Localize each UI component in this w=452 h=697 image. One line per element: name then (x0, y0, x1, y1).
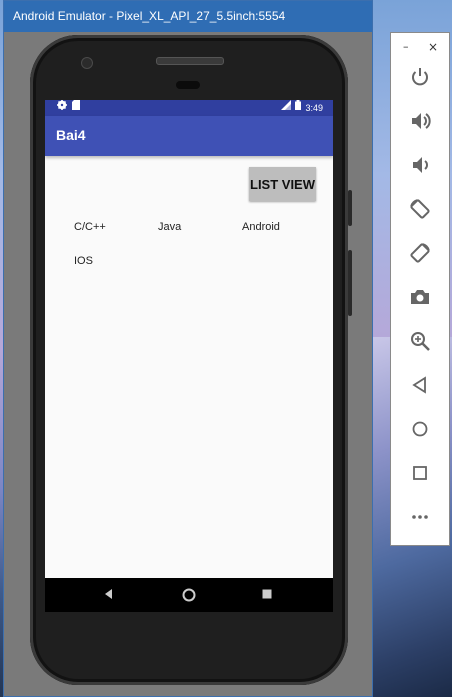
app-title: Bai4 (56, 127, 86, 143)
home-icon[interactable] (169, 578, 209, 612)
window-title: Android Emulator - Pixel_XL_API_27_5.5in… (4, 1, 372, 32)
back-triangle-icon (412, 376, 426, 394)
volume-side-button[interactable] (348, 250, 352, 316)
power-side-button[interactable] (348, 190, 352, 226)
overview-square-icon (413, 466, 427, 480)
grid-item-ios[interactable]: IOS (74, 255, 93, 267)
list-view-button[interactable]: LIST VIEW (249, 167, 316, 201)
navigation-bar (45, 578, 333, 612)
main-content: LIST VIEW C/C++ Java Android IOS (45, 156, 333, 578)
app-bar: Bai4 (45, 116, 333, 156)
zoom-icon (411, 332, 430, 351)
volume-down-button[interactable] (406, 154, 434, 182)
overview-button[interactable] (406, 462, 434, 490)
speaker-grille (156, 57, 224, 65)
rotate-left-button[interactable] (406, 198, 434, 226)
minimize-button[interactable]: – (403, 41, 409, 53)
back-icon[interactable] (89, 578, 129, 612)
sd-card-icon (72, 100, 80, 116)
power-icon (412, 68, 428, 86)
recents-icon[interactable] (247, 578, 287, 612)
screenshot-button[interactable] (406, 286, 434, 314)
close-button[interactable]: × (428, 41, 438, 53)
status-time: 3:49 (305, 103, 323, 113)
home-button[interactable] (406, 418, 434, 446)
volume-up-button[interactable] (406, 110, 434, 138)
emulator-body: 3:49 Bai4 LIST VIEW C/C++ Java Android I… (4, 32, 372, 696)
rotate-left-icon (410, 199, 430, 219)
emulator-control-panel: – × (390, 32, 450, 546)
camera-icon (411, 290, 429, 304)
zoom-button[interactable] (406, 330, 434, 358)
more-button[interactable] (406, 506, 434, 534)
back-button[interactable] (406, 374, 434, 402)
grid-item-cpp[interactable]: C/C++ (74, 221, 106, 233)
volume-up-icon (412, 113, 431, 129)
earpiece (176, 81, 200, 89)
status-bar: 3:49 (45, 100, 333, 116)
front-camera-icon (81, 57, 93, 69)
battery-icon (295, 100, 302, 116)
rotate-right-icon (410, 243, 430, 263)
power-button[interactable] (406, 66, 434, 94)
home-circle-icon (412, 421, 428, 437)
settings-gear-icon (57, 100, 67, 116)
phone-frame: 3:49 Bai4 LIST VIEW C/C++ Java Android I… (30, 35, 352, 685)
more-dots-icon (412, 515, 428, 519)
phone-screen: 3:49 Bai4 LIST VIEW C/C++ Java Android I… (45, 100, 333, 612)
rotate-right-button[interactable] (406, 242, 434, 270)
grid-item-android[interactable]: Android (242, 221, 280, 233)
grid-item-java[interactable]: Java (158, 221, 181, 233)
volume-down-icon (413, 157, 428, 173)
signal-icon (281, 100, 292, 116)
emulator-window: Android Emulator - Pixel_XL_API_27_5.5in… (3, 0, 373, 697)
